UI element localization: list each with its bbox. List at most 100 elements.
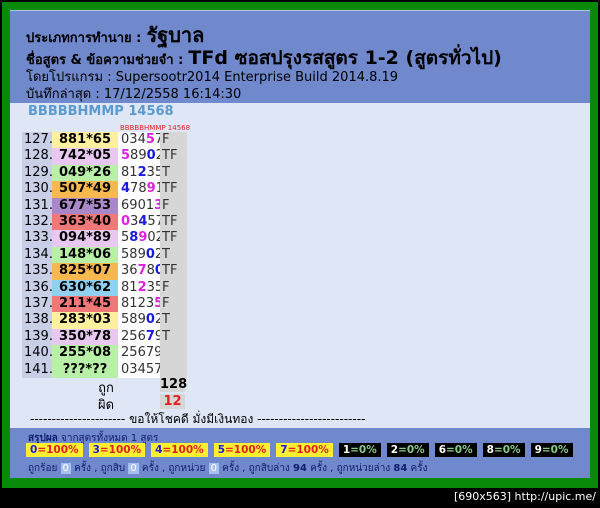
stat-value: 94: [293, 463, 307, 474]
digit-badge: 5=100%: [213, 443, 271, 457]
digit: 1: [129, 296, 138, 311]
result-panel: ประเภทการทำนาย : รัฐบาล ชื่อสูตร & ข้อคว…: [10, 10, 590, 478]
digit-badge: 9=0%: [530, 443, 573, 457]
digit: 8: [129, 246, 138, 262]
row-number: 141.: [22, 361, 54, 378]
stat-item: ถูกสิบ 0 ครั้ง ,: [100, 463, 169, 474]
digit-badge: 7=100%: [276, 443, 333, 457]
formula-cell: 825*07: [52, 263, 118, 280]
digit: 0: [137, 197, 146, 213]
digit: 9: [138, 148, 147, 164]
stat-item: ถูกสิบล่าง 94 ครั้ง ,: [248, 463, 337, 474]
row-number: 138.: [22, 312, 54, 329]
result-cell: TF: [160, 181, 187, 198]
digit: 0: [146, 148, 156, 164]
digit: 1: [129, 164, 138, 180]
digit: 6: [137, 328, 146, 344]
digit: 5: [145, 132, 155, 147]
stat-item: ถูกหน่วย 0 ครั้ง ,: [168, 463, 249, 474]
luck-message: ---------------------- ขอให้โชคดี มั่งมี…: [30, 412, 366, 426]
digit-badge: 4=100%: [151, 443, 208, 457]
digit: 8: [138, 181, 147, 197]
digit: 4: [137, 361, 146, 377]
digits-cell: 58902: [118, 246, 163, 264]
formula-cell: 255*08: [52, 345, 118, 362]
formula-cell: 363*40: [52, 214, 118, 231]
digit: 6: [137, 345, 146, 361]
row-number: 131.: [22, 197, 54, 214]
digit: 5: [121, 148, 131, 164]
digit: 4: [137, 132, 146, 147]
digit-badge: 6=0%: [434, 443, 477, 457]
row-number: 140.: [22, 345, 54, 362]
row-number: 133.: [22, 230, 54, 247]
digit: 8: [129, 312, 138, 328]
digits-cell: 81235: [118, 164, 163, 182]
digits-cell: 81235: [118, 296, 163, 313]
digit: 0: [145, 246, 155, 262]
wrong-value: 12: [160, 394, 185, 409]
stat-value: 84: [393, 463, 408, 474]
correct-value: 128: [160, 377, 188, 392]
digits-cell: 03457: [118, 132, 163, 149]
digit-badges: 0=100% 3=100% 4=100% 5=100% 7=100% 1=0% 2=0% 6=…: [26, 443, 573, 457]
stat-value: 0: [208, 463, 219, 474]
formula-cell: 350*78: [52, 328, 118, 346]
digit-badge: 2=0%: [386, 443, 429, 457]
digit: 8: [129, 230, 139, 246]
formula-cell: 677*53: [52, 197, 118, 214]
row-number: 127.: [22, 132, 54, 149]
formula-cell: 094*89: [52, 230, 118, 247]
digit: 2: [137, 296, 146, 311]
result-cell: [160, 361, 187, 378]
digits-cell: 25679: [118, 345, 163, 362]
digit: 5: [129, 345, 138, 361]
stat-value: 0: [60, 463, 71, 474]
result-cell: F: [160, 132, 187, 149]
row-number: 130.: [22, 181, 54, 198]
digit: 7: [145, 328, 155, 344]
digit: 9: [137, 312, 146, 328]
digits-cell: 58902: [118, 312, 163, 329]
formula-cell: 283*03: [52, 312, 118, 329]
formula-cell: 049*26: [52, 164, 118, 182]
formula-cell: ???*??: [52, 361, 118, 378]
row-number: 137.: [22, 296, 54, 313]
row-number: 132.: [22, 214, 54, 231]
column-caption: BBBBBHMMP 14568: [120, 124, 191, 132]
result-cell: T: [160, 328, 187, 346]
digits-cell: 58902: [118, 230, 164, 247]
digit: 7: [145, 345, 155, 361]
result-cell: F: [160, 296, 187, 313]
result-cell: T: [160, 246, 187, 264]
digit: 1: [145, 197, 155, 213]
digit: 5: [129, 328, 138, 344]
digit: 7: [137, 263, 147, 279]
digit: 3: [145, 296, 155, 311]
result-cell: T: [160, 312, 187, 329]
row-number: 139.: [22, 328, 54, 346]
digit: 0: [147, 230, 156, 246]
stat-value: 0: [128, 463, 139, 474]
digit: 3: [146, 279, 155, 295]
digit: 2: [137, 279, 147, 295]
digit: 9: [137, 246, 146, 262]
row-number: 134.: [22, 246, 54, 264]
digits-cell: 36780: [118, 263, 164, 280]
result-cell: TF: [160, 230, 187, 247]
digit-badge: 8=0%: [482, 443, 525, 457]
digits-cell: 69013: [118, 197, 163, 214]
digit: 5: [145, 361, 155, 377]
digit: 9: [146, 181, 156, 197]
digit: 5: [147, 214, 156, 229]
digit: 2: [137, 164, 147, 180]
subtitle: BBBBBHMMP 14568: [28, 104, 174, 119]
row-number: 136.: [22, 279, 54, 296]
formula-cell: 742*05: [52, 148, 118, 165]
summary-footer: สรุปผล จากสูตรทั้งหมด 1 สูตร 0=100% 3=100…: [10, 428, 590, 478]
digit: 3: [146, 164, 155, 180]
digit: 4: [121, 181, 131, 197]
saved-line: บันทึกล่าสุด : 17/12/2558 16:14:30: [26, 87, 242, 102]
row-number: 135.: [22, 263, 54, 280]
header: ประเภทการทำนาย : รัฐบาล ชื่อสูตร & ข้อคว…: [10, 10, 590, 103]
